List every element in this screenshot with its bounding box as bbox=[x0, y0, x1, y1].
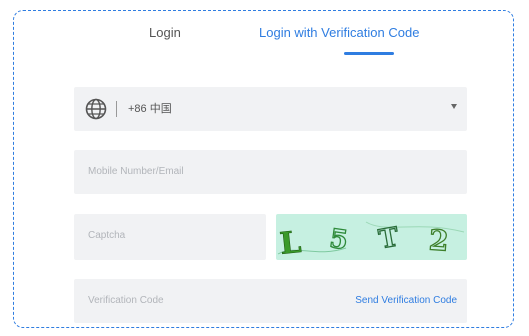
login-card: Login Login with Verification Code +86 中… bbox=[13, 10, 514, 328]
country-code-select[interactable]: +86 中国 bbox=[74, 87, 467, 131]
captcha-char-4: 2 bbox=[428, 223, 450, 257]
mobile-email-input[interactable]: Mobile Number/Email bbox=[74, 150, 467, 194]
captcha-char-2: 5 bbox=[328, 224, 350, 256]
active-tab-indicator bbox=[344, 52, 394, 55]
captcha-char-1: L bbox=[278, 225, 303, 260]
send-verification-code-link[interactable]: Send Verification Code bbox=[355, 294, 457, 308]
captcha-image[interactable]: L 5 T 2 bbox=[276, 214, 467, 260]
captcha-input[interactable]: Captcha bbox=[74, 214, 266, 260]
captcha-placeholder: Captcha bbox=[88, 230, 126, 241]
country-divider bbox=[116, 101, 117, 117]
caret-down-icon[interactable] bbox=[451, 104, 457, 109]
login-tabs: Login Login with Verification Code bbox=[14, 11, 513, 61]
captcha-glyphs: L 5 T 2 bbox=[277, 221, 465, 260]
tab-verification-code-login[interactable]: Login with Verification Code bbox=[259, 24, 419, 42]
tab-login[interactable]: Login bbox=[149, 24, 181, 42]
globe-icon bbox=[85, 98, 107, 120]
country-code-value: +86 中国 bbox=[128, 103, 172, 115]
verification-code-placeholder: Verification Code bbox=[88, 295, 164, 306]
verification-code-input[interactable]: Verification Code Send Verification Code bbox=[74, 279, 467, 323]
mobile-email-placeholder: Mobile Number/Email bbox=[88, 166, 184, 177]
